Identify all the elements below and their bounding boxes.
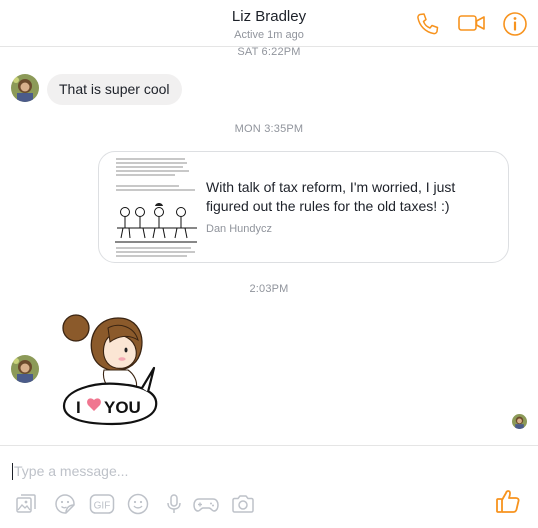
contact-avatar[interactable] bbox=[11, 74, 39, 102]
composer-divider bbox=[0, 445, 538, 446]
timestamp: 2:03PM bbox=[249, 283, 289, 295]
thumbs-up-icon[interactable] bbox=[494, 487, 522, 515]
microphone-icon[interactable] bbox=[162, 492, 186, 516]
timestamp: MON 3:35PM bbox=[234, 123, 304, 135]
link-share-card[interactable]: With talk of tax reform, I'm worried, I … bbox=[98, 151, 509, 263]
camera-icon[interactable] bbox=[230, 492, 256, 516]
link-share-author: Dan Hundycz bbox=[206, 223, 273, 235]
image-icon[interactable] bbox=[14, 492, 38, 516]
i-love-you-sticker[interactable]: I YOU bbox=[54, 306, 164, 431]
comic-thumbnail[interactable] bbox=[115, 156, 197, 260]
game-controller-icon[interactable] bbox=[192, 492, 220, 516]
gif-icon[interactable]: GIF bbox=[89, 492, 115, 516]
timestamp: SAT 6:22PM bbox=[237, 46, 301, 58]
info-icon[interactable] bbox=[502, 11, 528, 37]
contact-avatar[interactable] bbox=[11, 355, 39, 383]
emoji-icon[interactable] bbox=[126, 492, 150, 516]
sticker-icon[interactable] bbox=[53, 492, 77, 516]
link-share-title[interactable]: With talk of tax reform, I'm worried, I … bbox=[206, 178, 496, 216]
sticker-text-i: I bbox=[76, 398, 81, 417]
sticker-text-you: YOU bbox=[104, 398, 141, 417]
video-camera-icon[interactable] bbox=[458, 13, 486, 33]
message-bubble[interactable]: That is super cool bbox=[47, 74, 182, 105]
text-caret bbox=[12, 463, 13, 480]
message-input[interactable] bbox=[14, 460, 484, 482]
phone-icon[interactable] bbox=[414, 11, 440, 37]
gif-label: GIF bbox=[94, 501, 111, 512]
read-receipt-avatar bbox=[512, 414, 527, 429]
conversation-header: Liz Bradley Active 1m ago bbox=[0, 0, 538, 47]
